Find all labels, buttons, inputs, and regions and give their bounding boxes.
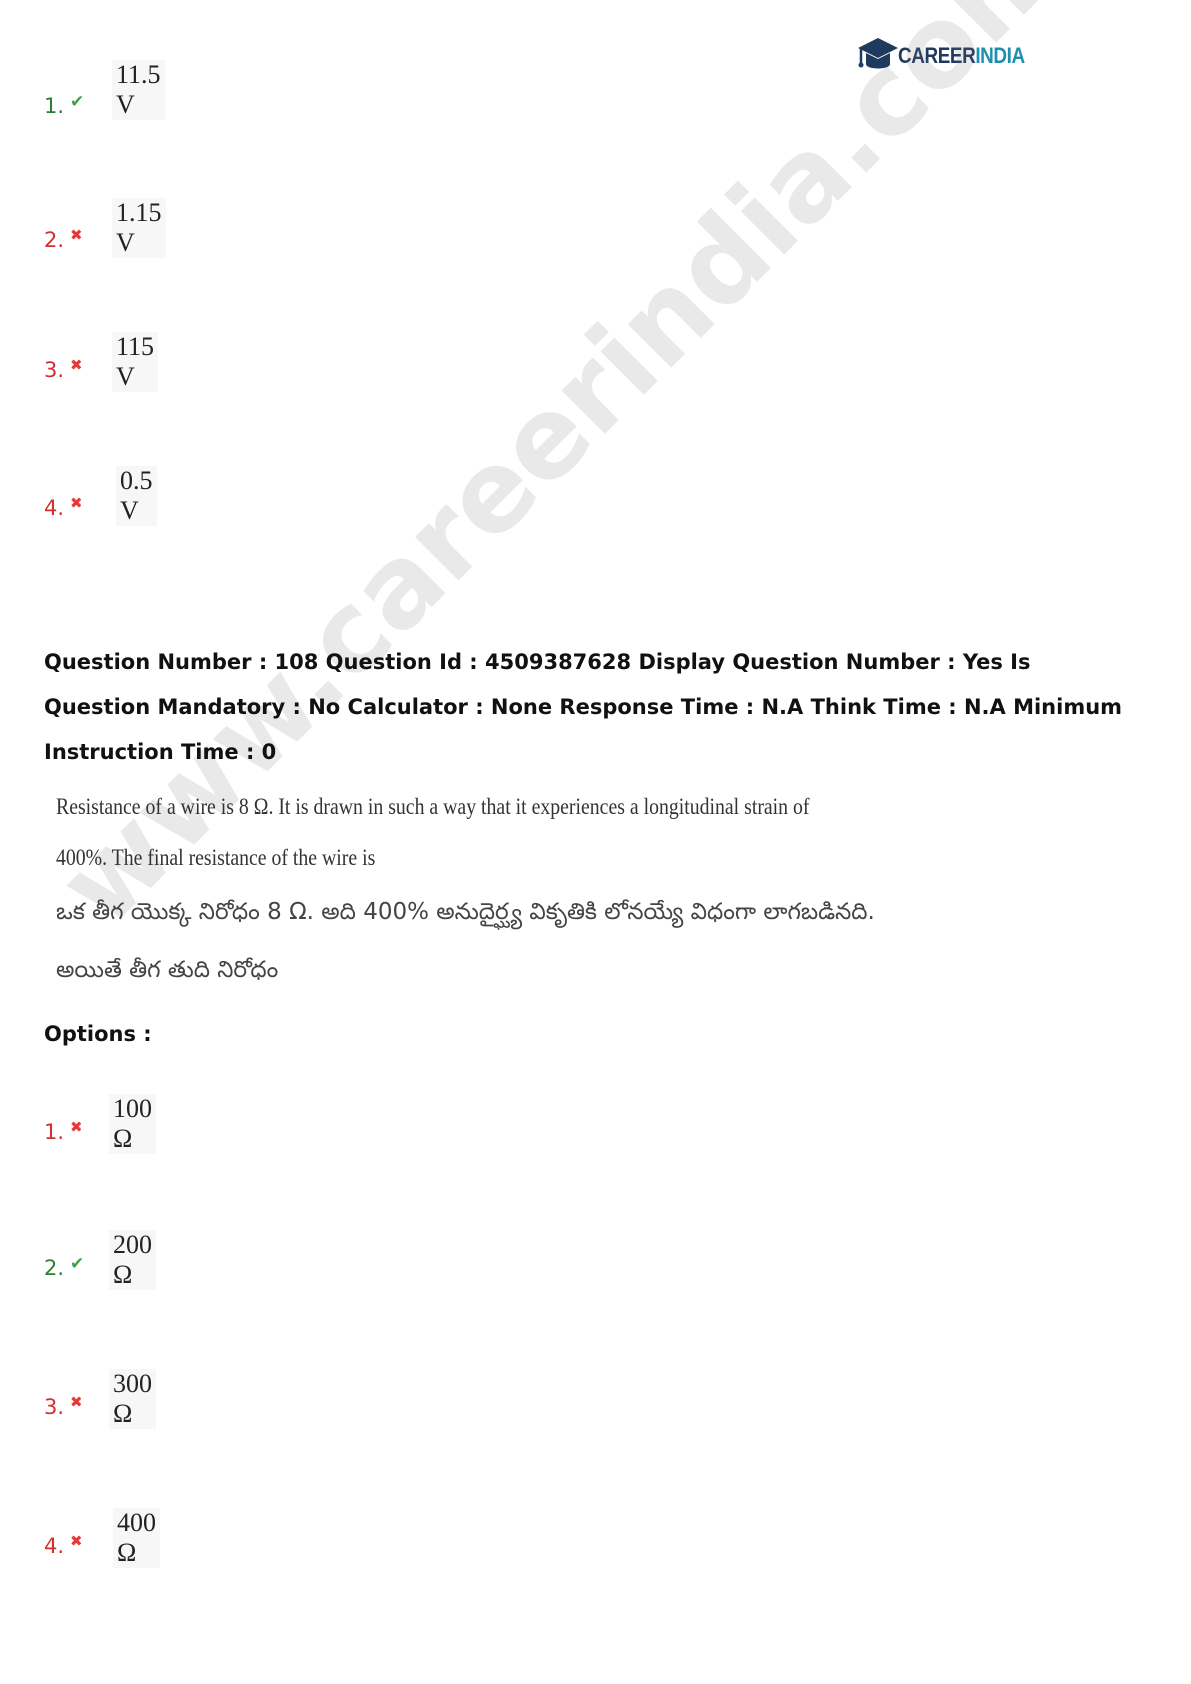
option-number: 2.	[44, 228, 65, 252]
option-value: 400 Ω	[113, 1508, 160, 1568]
cross-icon: ✖	[70, 1118, 83, 1136]
question-text-english-line-1: Resistance of a wire is 8 Ω. It is drawn…	[56, 794, 810, 819]
option-value: 1.15 V	[112, 198, 166, 258]
option-number: 4.	[44, 496, 65, 520]
cross-icon: ✖	[70, 226, 83, 244]
logo-text: CAREERINDIA	[898, 43, 1025, 69]
cross-icon: ✖	[70, 356, 83, 374]
option-value: 0.5 V	[116, 466, 157, 526]
question-meta: Question Number : 108 Question Id : 4509…	[44, 650, 1123, 764]
cross-icon: ✖	[70, 494, 83, 512]
question-text-english-line-2: 400%. The final resistance of the wire i…	[56, 845, 376, 870]
question-text-telugu-line-1: ఒక తీగ యొక్క నిరోధం 8 Ω. అది 400% అనుదైర…	[56, 899, 875, 925]
option-value: 200 Ω	[109, 1230, 156, 1290]
question-text-telugu-line-2: అయితే తీగ తుది నిరోధం	[56, 957, 279, 983]
graduation-cap-icon	[858, 38, 898, 69]
option-value: 300 Ω	[109, 1369, 156, 1429]
option-number: 4.	[44, 1534, 65, 1558]
option-number: 1.	[44, 1120, 65, 1144]
option-value: 100 Ω	[109, 1094, 156, 1154]
option-value: 11.5 V	[112, 60, 165, 120]
logo-text-main: CAREER	[898, 43, 976, 68]
option-number: 2.	[44, 1256, 65, 1280]
option-number: 1.	[44, 94, 65, 118]
checkmark-icon: ✔	[70, 92, 85, 112]
option-number: 3.	[44, 1395, 65, 1419]
cross-icon: ✖	[70, 1532, 83, 1550]
option-value: 115 V	[112, 332, 159, 392]
cross-icon: ✖	[70, 1393, 83, 1411]
checkmark-icon: ✔	[70, 1254, 85, 1274]
careerindia-logo: CAREERINDIA	[856, 34, 1045, 78]
options-label: Options :	[44, 1022, 152, 1046]
logo-text-accent: INDIA	[975, 43, 1025, 68]
option-number: 3.	[44, 358, 65, 382]
